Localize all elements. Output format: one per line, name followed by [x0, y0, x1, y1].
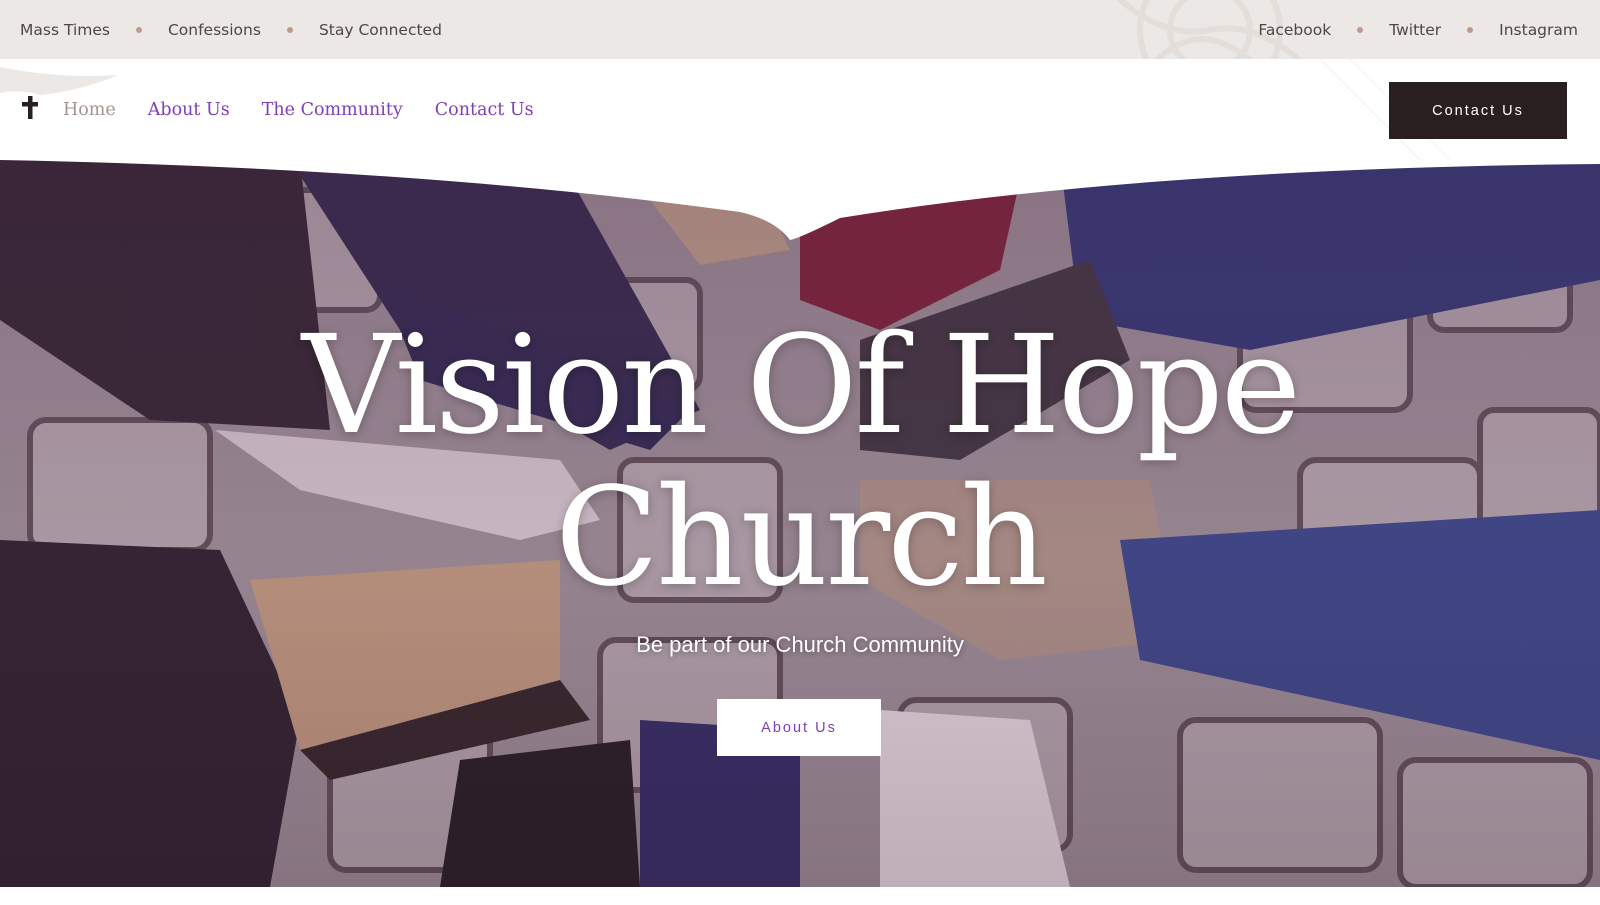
confessions-link[interactable]: Confessions: [168, 21, 261, 39]
separator-dot: [286, 26, 293, 33]
twitter-link[interactable]: Twitter: [1389, 21, 1441, 39]
hero-subtitle: Be part of our Church Community: [636, 632, 964, 657]
hero-section: Vision Of Hope Church Be part of our Chu…: [0, 160, 1600, 887]
hero-title-line-1: Vision Of Hope: [301, 307, 1301, 465]
nav-contact-us[interactable]: Contact Us: [435, 100, 534, 120]
mass-times-link[interactable]: Mass Times: [20, 21, 110, 39]
main-navigation: Home About Us The Community Contact Us C…: [0, 59, 1600, 160]
instagram-link[interactable]: Instagram: [1499, 21, 1578, 39]
contact-us-button[interactable]: Contact Us: [1389, 82, 1567, 139]
cross-icon[interactable]: [22, 96, 38, 119]
facebook-link[interactable]: Facebook: [1258, 21, 1331, 39]
separator-dot: [135, 26, 142, 33]
nav-the-community[interactable]: The Community: [262, 100, 403, 120]
stay-connected-link[interactable]: Stay Connected: [319, 21, 442, 39]
hero-title: Vision Of Hope Church: [0, 310, 1600, 614]
hero-title-line-2: Church: [554, 459, 1048, 617]
nav-about-us[interactable]: About Us: [148, 100, 230, 120]
separator-dot: [1357, 26, 1364, 33]
separator-dot: [1467, 26, 1474, 33]
hero-top-wave: [0, 160, 1600, 240]
page-bottom-strip: [0, 887, 1600, 905]
top-utility-bar: Mass Times Confessions Stay Connected Fa…: [0, 0, 1600, 59]
about-us-button[interactable]: About Us: [717, 699, 881, 756]
nav-home[interactable]: Home: [63, 100, 116, 120]
